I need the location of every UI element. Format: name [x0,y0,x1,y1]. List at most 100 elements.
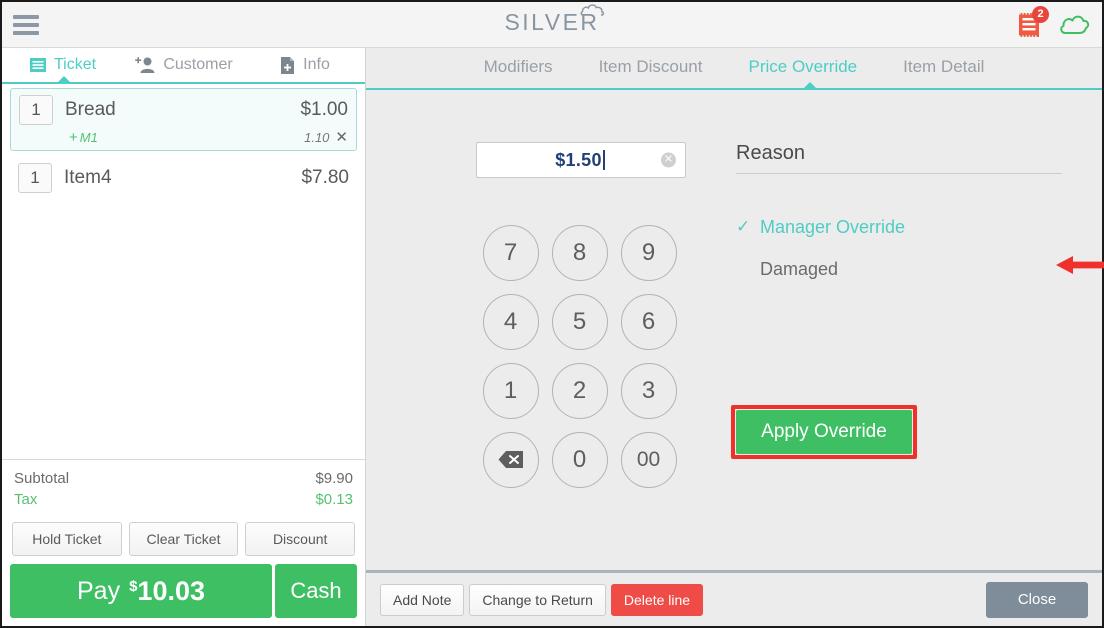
key-9[interactable]: 9 [614,218,683,287]
key-0[interactable]: 0 [545,425,614,494]
change-to-return-button[interactable]: Change to Return [469,583,606,616]
keypad-column: $1.50 ✕ 7 8 9 4 5 6 1 2 3 0 00 [366,142,736,570]
pay-label: Pay [76,576,121,605]
subtotal-value: $9.90 [315,470,353,487]
apply-override-highlight: Apply Override [731,405,917,459]
key-4-label: 4 [482,293,539,350]
key-1[interactable]: 1 [476,356,545,425]
ticket-item-list: 1 Bread $1.00 + M1 1.10 ✕ 1 Item4 $7.80 [2,84,365,459]
main-body: Ticket Customer Info 1 Bread $1.00 + M1 … [2,48,1104,626]
delete-line-button[interactable]: Delete line [610,583,704,616]
modifier-name: + M1 [69,129,304,146]
tab-modifiers[interactable]: Modifiers [484,57,553,79]
top-header-bar: SILVER 2 [2,2,1102,48]
item-modifier-row[interactable]: + M1 1.10 ✕ [19,128,348,147]
subtotal-label: Subtotal [14,470,70,487]
pay-amount: $10.03 [129,576,205,607]
key-00[interactable]: 00 [614,425,683,494]
open-tickets-button[interactable]: 2 [1016,6,1049,40]
reason-column: Reason ✓ Manager Override Damaged Apply … [731,142,1104,570]
tab-price-override[interactable]: Price Override [749,57,858,79]
key-5[interactable]: 5 [545,287,614,356]
payment-buttons: Pay $10.03 Cash [2,564,365,626]
hold-ticket-button[interactable]: Hold Ticket [12,522,122,556]
modifier-label: M1 [79,129,98,145]
price-override-text: $1.50 [555,149,602,170]
add-note-button[interactable]: Add Note [380,583,465,616]
app-logo: SILVER [2,4,1102,36]
modifier-price: 1.10 [304,129,330,145]
tax-value: $0.13 [315,491,353,508]
key-9-label: 9 [620,224,677,281]
tab-customer-label: Customer [163,56,233,73]
tax-row: Tax $0.13 [14,489,353,510]
key-8-label: 8 [551,224,608,281]
tab-info-label: Info [303,56,330,73]
modifier-remove-icon[interactable]: ✕ [335,128,348,146]
open-tickets-badge: 2 [1032,6,1049,23]
ticket-totals: Subtotal $9.90 Tax $0.13 [2,459,365,510]
key-7[interactable]: 7 [476,218,545,287]
ticket-action-buttons: Hold Ticket Clear Ticket Discount [2,510,365,564]
discount-button[interactable]: Discount [245,522,356,556]
key-0-label: 0 [551,431,608,488]
reason-option-damaged[interactable]: Damaged [736,248,1062,290]
key-6-label: 6 [620,293,677,350]
close-button[interactable]: Close [986,581,1088,618]
cloud-sync-icon[interactable] [1058,14,1090,36]
active-tab-caret-icon [56,76,72,84]
key-2[interactable]: 2 [545,356,614,425]
item-price: $7.80 [301,167,349,188]
table-row[interactable]: 1 Item4 $7.80 [10,155,357,197]
document-add-icon [281,56,295,74]
reason-option-manager-override[interactable]: ✓ Manager Override [736,206,1062,248]
left-arrow-icon [1056,256,1104,274]
detail-panel-tabs: Modifiers Item Discount Price Override I… [366,48,1102,90]
cash-button[interactable]: Cash [275,564,357,618]
check-icon: ✓ [736,217,751,236]
key-1-label: 1 [482,362,539,419]
price-override-content: $1.50 ✕ 7 8 9 4 5 6 1 2 3 0 00 Reason ✓ … [366,90,1104,570]
subtotal-row: Subtotal $9.90 [14,468,353,489]
pos-application-window: SILVER 2 Ticket Customer Info 1 Bread $1… [0,0,1104,628]
text-cursor [602,149,605,170]
tax-label: Tax [14,491,38,508]
hamburger-menu-icon[interactable] [13,14,39,35]
table-row[interactable]: 1 Bread $1.00 + M1 1.10 ✕ [10,88,357,151]
numeric-keypad: 7 8 9 4 5 6 1 2 3 0 00 [476,218,736,494]
key-2-label: 2 [551,362,608,419]
logo-text: SILVER [504,9,600,35]
item-name: Item4 [64,167,112,188]
ticket-panel-tabs: Ticket Customer Info [2,48,365,84]
key-4[interactable]: 4 [476,287,545,356]
item-quantity[interactable]: 1 [19,95,53,125]
ticket-panel: Ticket Customer Info 1 Bread $1.00 + M1 … [2,48,366,626]
apply-override-button[interactable]: Apply Override [736,410,912,454]
tab-item-detail[interactable]: Item Detail [903,57,984,79]
item-name: Bread [65,99,116,120]
key-6[interactable]: 6 [614,287,683,356]
key-8[interactable]: 8 [545,218,614,287]
reason-heading: Reason [736,142,1062,174]
header-status-icons: 2 [1016,2,1090,48]
price-override-input[interactable]: $1.50 ✕ [476,142,686,178]
key-3[interactable]: 3 [614,356,683,425]
tab-ticket-label: Ticket [53,56,97,73]
clear-ticket-button[interactable]: Clear Ticket [128,522,239,556]
tab-customer[interactable]: Customer [123,47,244,83]
ticket-icon [29,58,46,72]
key-backspace[interactable] [476,425,545,494]
hamburger-bar [13,22,39,27]
item-price: $1.00 [300,99,348,120]
tab-info[interactable]: Info [244,47,365,83]
pay-button[interactable]: Pay $10.03 [10,564,272,618]
key-3-label: 3 [620,362,677,419]
reason-option-label: Manager Override [760,216,906,237]
reason-options-list: ✓ Manager Override Damaged [736,206,1062,290]
clear-input-icon[interactable]: ✕ [661,152,676,168]
hamburger-bar [13,30,39,35]
tab-item-discount[interactable]: Item Discount [599,57,703,79]
item-quantity[interactable]: 1 [18,163,52,193]
price-override-value: $1.50 [555,149,607,171]
reason-option-label: Damaged [760,258,839,279]
